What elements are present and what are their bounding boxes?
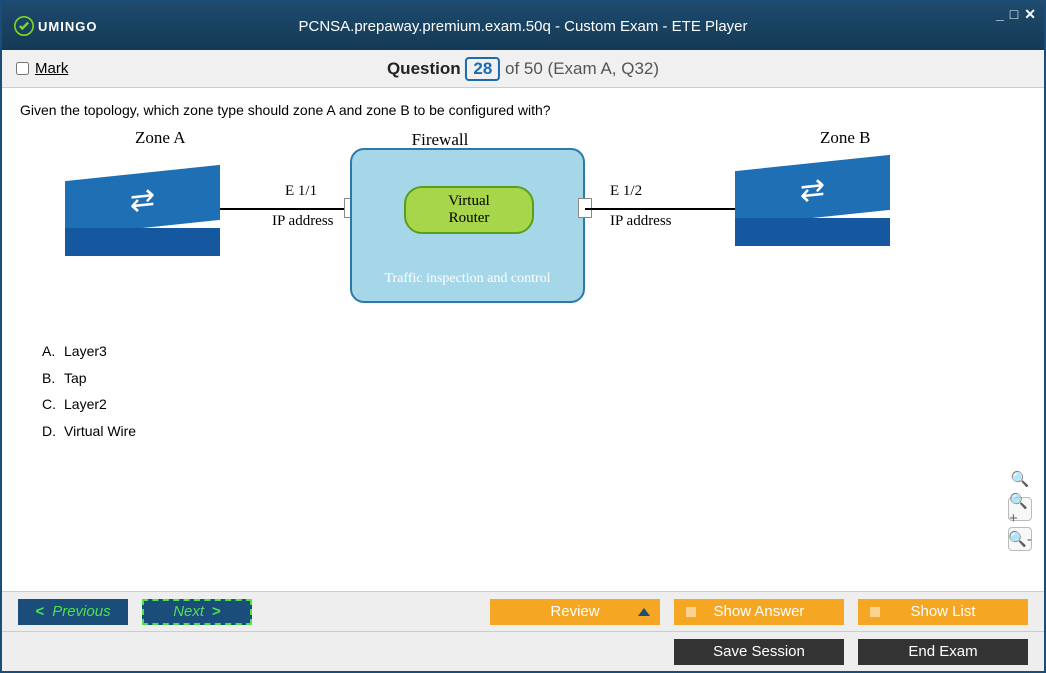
answer-option[interactable]: D.Virtual Wire <box>42 418 1026 445</box>
question-bar: Mark Question 28 of 50 (Exam A, Q32) <box>2 50 1044 88</box>
answer-option[interactable]: C.Layer2 <box>42 391 1026 418</box>
save-session-button[interactable]: Save Session <box>674 639 844 665</box>
wire-right <box>585 208 735 210</box>
question-content: Given the topology, which zone type shou… <box>2 88 1044 563</box>
show-list-button[interactable]: Show List <box>858 599 1028 625</box>
square-icon <box>686 607 696 617</box>
search-icon[interactable]: 🔍 <box>1008 467 1032 491</box>
square-icon <box>870 607 880 617</box>
check-icon <box>14 16 34 36</box>
next-button[interactable]: Next> <box>142 599 252 625</box>
question-text: Given the topology, which zone type shou… <box>20 102 1026 118</box>
wire-left <box>220 208 350 210</box>
answer-option[interactable]: A.Layer3 <box>42 338 1026 365</box>
brand-text: UMINGO <box>38 19 97 34</box>
traffic-text: Traffic inspection and control <box>384 271 550 287</box>
zoom-in-icon[interactable]: 🔍+ <box>1008 497 1032 521</box>
ip-2-label: IP address <box>610 213 672 230</box>
show-answer-button[interactable]: Show Answer <box>674 599 844 625</box>
question-indicator: Question 28 of 50 (Exam A, Q32) <box>387 57 659 81</box>
mark-checkbox[interactable] <box>16 62 29 75</box>
app-logo: UMINGO <box>14 16 97 36</box>
interface-2-label: E 1/2 <box>610 183 642 200</box>
arrows-icon: ⇄ <box>130 182 155 220</box>
maximize-icon[interactable]: □ <box>1010 6 1018 23</box>
end-exam-button[interactable]: End Exam <box>858 639 1028 665</box>
switch-a: ⇄ <box>65 173 220 253</box>
zoom-out-icon[interactable]: 🔍- <box>1008 527 1032 551</box>
switch-b: ⇄ <box>735 163 890 243</box>
title-bar: UMINGO PCNSA.prepaway.premium.exam.50q -… <box>2 2 1044 50</box>
minimize-icon[interactable]: _ <box>996 6 1004 23</box>
mark-label[interactable]: Mark <box>35 60 68 77</box>
virtual-router: Virtual Router <box>404 186 534 234</box>
zone-a-label: Zone A <box>135 128 186 148</box>
interface-1-label: E 1/1 <box>285 183 317 200</box>
answer-option[interactable]: B.Tap <box>42 365 1026 392</box>
firewall-box: Virtual Router Traffic inspection and co… <box>350 148 585 303</box>
arrows-icon: ⇄ <box>800 172 825 210</box>
chevron-up-icon <box>638 608 650 616</box>
window-title: PCNSA.prepaway.premium.exam.50q - Custom… <box>298 18 747 35</box>
firewall-label: Firewall <box>412 130 469 150</box>
ip-1-label: IP address <box>272 213 334 230</box>
review-button[interactable]: Review <box>490 599 660 625</box>
close-icon[interactable]: ✕ <box>1024 6 1036 23</box>
question-number: 28 <box>465 57 500 81</box>
zone-b-label: Zone B <box>820 128 871 148</box>
topology-diagram: Zone A Zone B Firewall ⇄ E 1/1 IP addres… <box>20 128 960 328</box>
answer-list: A.Layer3 B.Tap C.Layer2 D.Virtual Wire <box>42 338 1026 444</box>
previous-button[interactable]: <Previous <box>18 599 128 625</box>
